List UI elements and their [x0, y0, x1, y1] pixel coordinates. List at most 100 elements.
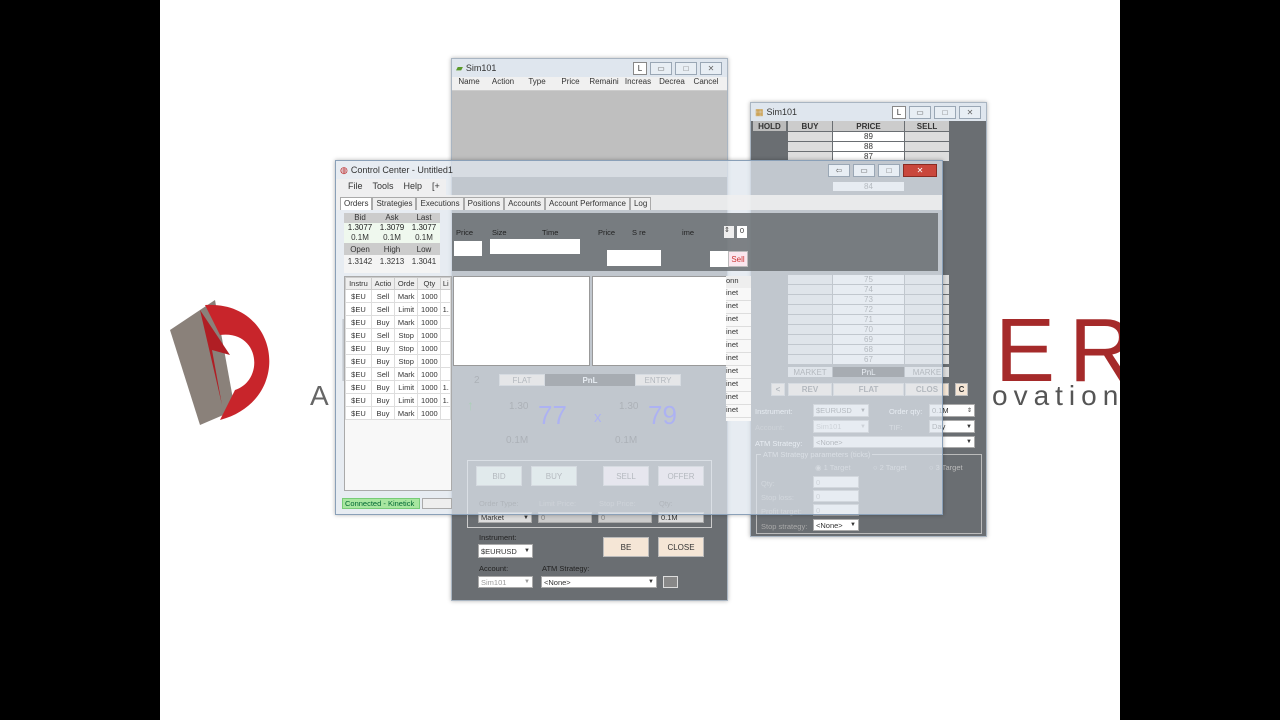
- column-header[interactable]: Actio: [370, 277, 396, 290]
- control-center-titlebar[interactable]: ◍ Control Center - Untitled1 ⇦ ▭ □ ✕: [336, 161, 942, 179]
- instrument-select[interactable]: $EURUSD ▼: [478, 544, 533, 558]
- maximize-button[interactable]: □: [934, 105, 956, 119]
- tab-strategies[interactable]: Strategies: [372, 197, 417, 210]
- table-row[interactable]: $EU Buy Mark 1000: [345, 406, 451, 420]
- tab-log[interactable]: Log: [629, 197, 652, 210]
- table-cell: Limit: [394, 302, 419, 316]
- quote-panel: Bid Ask Last 1.3077 1.3079 1.3077 0.1M 0…: [344, 213, 440, 273]
- close-button[interactable]: ✕: [959, 105, 981, 119]
- connection-cell: inet: [726, 353, 751, 366]
- price-cell[interactable]: 89: [833, 132, 904, 141]
- column-header[interactable]: Qty: [417, 277, 442, 290]
- ninjatrader-logo-icon: [170, 300, 270, 425]
- table-row[interactable]: $EU Buy Stop 1000: [345, 341, 451, 355]
- column-header[interactable]: Type: [520, 77, 554, 90]
- column-header[interactable]: Increas: [621, 77, 655, 90]
- dom-window-titlebar[interactable]: ▦ Sim101 L ▭ □ ✕: [751, 103, 986, 121]
- stop-strategy-select[interactable]: <None> ▼: [813, 519, 859, 531]
- close-button[interactable]: ✕: [700, 61, 722, 75]
- table-cell: [440, 406, 451, 420]
- table-row[interactable]: $EU Sell Stop 1000: [345, 328, 451, 342]
- account-select[interactable]: Sim101 ▼: [478, 576, 533, 588]
- chevron-down-icon: ▼: [648, 579, 654, 585]
- sell-cell[interactable]: [905, 142, 949, 151]
- column-header[interactable]: Cancel: [689, 77, 723, 90]
- tape-size-box: [490, 239, 580, 254]
- tab-account-performance[interactable]: Account Performance: [545, 197, 630, 210]
- spinner-icon[interactable]: ⇕: [967, 407, 972, 414]
- tape-size-header-2: S re: [632, 228, 646, 237]
- tab-accounts[interactable]: Accounts: [504, 197, 545, 210]
- window-title: Sim101: [465, 63, 497, 73]
- atm-strategy-select[interactable]: <None> ▼: [541, 576, 657, 588]
- table-cell: Buy: [370, 341, 396, 355]
- tab-executions[interactable]: Executions: [416, 197, 464, 210]
- ninjatrader-app-icon: ◍: [340, 164, 348, 175]
- chevron-down-icon: ▼: [966, 439, 972, 445]
- spinner-value[interactable]: 0: [737, 226, 747, 238]
- column-header[interactable]: Price: [554, 77, 587, 90]
- ask-price: 1.3079: [379, 223, 405, 232]
- menu-file[interactable]: File: [348, 181, 363, 193]
- table-row[interactable]: $EU Buy Mark 1000: [345, 315, 451, 329]
- window-app-icon: ▰: [456, 62, 463, 73]
- connection-cell: inet: [726, 392, 751, 405]
- tab-orders[interactable]: Orders: [340, 197, 373, 210]
- table-row[interactable]: $EU Sell Mark 1000: [345, 367, 451, 381]
- breakeven-button[interactable]: BE: [603, 537, 649, 557]
- table-row[interactable]: $EU Sell Mark 1000: [345, 289, 451, 303]
- table-row[interactable]: $EU Sell Limit 1000 1.: [345, 302, 451, 316]
- restore-button[interactable]: ⇦: [828, 163, 850, 177]
- link-button[interactable]: L: [892, 105, 906, 119]
- price-cell[interactable]: 88: [833, 142, 904, 151]
- column-header[interactable]: Action: [486, 77, 520, 90]
- status-bar-field: [422, 498, 452, 509]
- ask-size: 0.1M: [383, 233, 401, 242]
- column-header[interactable]: Decrea: [655, 77, 689, 90]
- link-button[interactable]: L: [633, 61, 647, 75]
- close-button[interactable]: ✕: [903, 163, 937, 177]
- chevron-down-icon: ▼: [524, 579, 530, 585]
- quote-price-row: 1.3077 1.3079 1.3077: [344, 223, 440, 233]
- column-header[interactable]: Instru: [345, 277, 372, 290]
- high-header: High: [383, 244, 401, 254]
- buy-cell[interactable]: [788, 132, 832, 141]
- table-row[interactable]: $EU Buy Limit 1000 1.: [345, 393, 451, 407]
- menu-tools[interactable]: Tools: [373, 181, 394, 193]
- table-cell: Buy: [370, 354, 396, 368]
- table-cell: 1000: [417, 315, 442, 329]
- minimize-button[interactable]: ▭: [853, 163, 875, 177]
- open-header: Open: [350, 244, 370, 254]
- table-row[interactable]: $EU Buy Limit 1000 1.: [345, 380, 451, 394]
- bid-size: 0.1M: [351, 233, 369, 242]
- minimize-button[interactable]: ▭: [650, 61, 672, 75]
- c-button[interactable]: C: [955, 383, 968, 396]
- spinner-icon[interactable]: ⇕: [724, 226, 734, 238]
- tab-positions[interactable]: Positions: [463, 197, 505, 210]
- close-button[interactable]: CLOSE: [658, 537, 704, 557]
- instrument-label: Instrument:: [479, 533, 517, 542]
- atm-settings-button[interactable]: [663, 576, 678, 588]
- window-title: Control Center - Untitled1: [350, 165, 453, 175]
- table-cell: [440, 354, 451, 368]
- minimize-button[interactable]: ▭: [909, 105, 931, 119]
- menu-add[interactable]: [+: [432, 181, 440, 193]
- buy-cell[interactable]: [788, 142, 832, 151]
- sell-small-button[interactable]: Sell: [728, 251, 748, 267]
- maximize-button[interactable]: □: [675, 61, 697, 75]
- table-cell: $EU: [345, 367, 372, 381]
- price-header: PRICE: [833, 121, 904, 131]
- chevron-down-icon: ▼: [966, 423, 972, 430]
- table-row[interactable]: $EU Buy Stop 1000: [345, 354, 451, 368]
- menu-help[interactable]: Help: [404, 181, 423, 193]
- table-cell: $EU: [345, 380, 372, 394]
- sell-cell[interactable]: [905, 132, 949, 141]
- column-header[interactable]: Name: [452, 77, 486, 90]
- column-header[interactable]: Li: [440, 277, 451, 290]
- table-cell: $EU: [345, 328, 372, 342]
- maximize-button[interactable]: □: [878, 163, 900, 177]
- column-header[interactable]: Orde: [394, 277, 419, 290]
- table-cell: 1000: [417, 289, 442, 303]
- column-header[interactable]: Remaini: [587, 77, 621, 90]
- orders-window-titlebar[interactable]: ▰ Sim101 L ▭ □ ✕: [452, 59, 727, 77]
